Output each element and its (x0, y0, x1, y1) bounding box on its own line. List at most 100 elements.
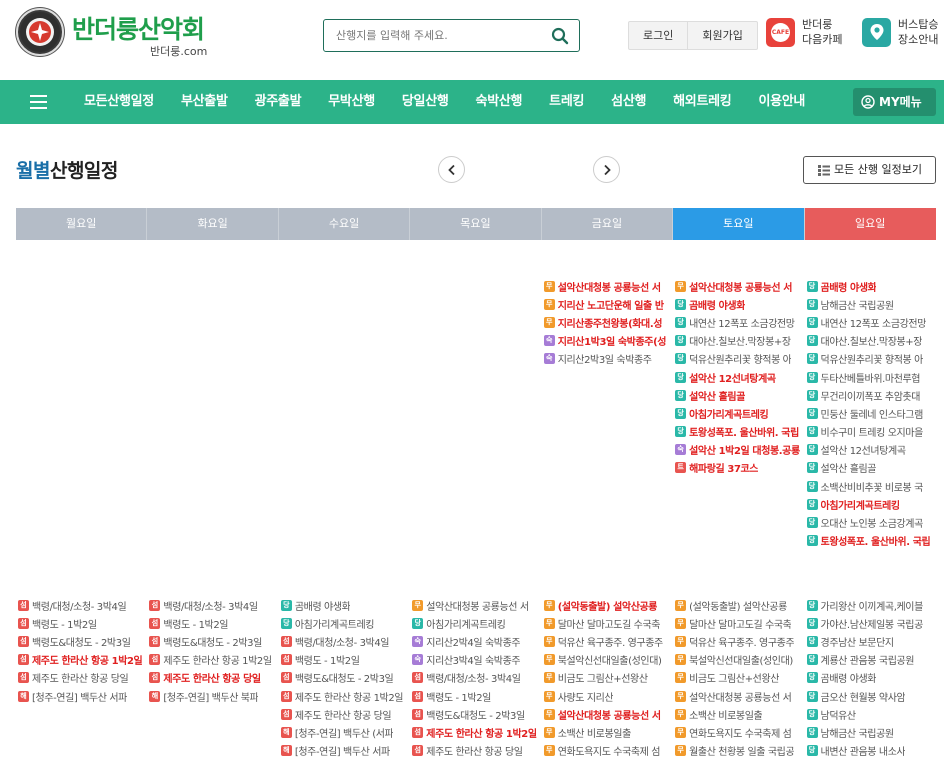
schedule-entry[interactable]: 무 사량도 지리산 (543, 687, 673, 705)
schedule-entry[interactable]: 당 소백산비비추꽃 비로봉 국 (806, 477, 936, 495)
schedule-entry[interactable]: 무 비금도 그림산+선왕산 (675, 669, 804, 687)
search-icon[interactable] (551, 27, 569, 45)
schedule-entry[interactable]: 무 월출산 천황봉 일출 국립공 (675, 742, 804, 760)
schedule-entry[interactable]: 무 달마산 달마고도길 수국축 (675, 614, 804, 632)
search-input[interactable] (324, 20, 544, 51)
prev-month-button[interactable] (438, 156, 465, 183)
schedule-entry[interactable]: 숙 지리산1박3일 숙박종주(성 (543, 332, 673, 350)
club-logo[interactable] (16, 8, 64, 56)
schedule-entry[interactable]: 섬 제주도 한라산 항공 1박2일 (149, 651, 278, 669)
nav-item-6[interactable]: 숙박산행 (476, 80, 523, 124)
nav-item-8[interactable]: 섬산행 (611, 80, 646, 124)
schedule-entry[interactable]: 무 달마산 달마고도길 수국축 (543, 614, 673, 632)
schedule-entry[interactable]: 해 [청주-연길] 백두산 서파 (280, 742, 410, 760)
schedule-entry[interactable]: 당 금오산 현월봉 약사암 (806, 687, 936, 705)
view-all-schedules-button[interactable]: 모든 산행 일정보기 (803, 156, 936, 184)
schedule-entry[interactable]: 섬 제주도 한라산 항공 당일 (18, 669, 147, 687)
schedule-entry[interactable]: 무 설악산대청봉 공룡능선 서 (675, 687, 804, 705)
schedule-entry[interactable]: 해 [청주-연길] 백두산 (서파 (280, 723, 410, 741)
schedule-entry[interactable]: 섬 백령도&대청도 - 2박3일 (280, 669, 410, 687)
schedule-entry[interactable]: 섬 백령/대청/소청- 3박4일 (18, 596, 147, 614)
schedule-entry[interactable]: 섬 제주도 한라산 항공 1박2일 (18, 651, 147, 669)
site-title[interactable]: 반더룽산악회 (72, 10, 205, 46)
schedule-entry[interactable]: 숙 지리산2박4일 숙박종주 (412, 632, 541, 650)
schedule-entry[interactable]: 당 아침가리계곡트레킹 (280, 614, 410, 632)
schedule-entry[interactable]: 당 덕유산원추리꽃 향적봉 아 (806, 350, 936, 368)
schedule-entry[interactable]: 무 연화도욕지도 수국축제 섬 (675, 723, 804, 741)
schedule-entry[interactable]: 당 남해금산 국립공원 (806, 295, 936, 313)
schedule-entry[interactable]: 무 (설악동출발) 설악산공룡 (675, 596, 804, 614)
schedule-entry[interactable]: 무 덕유산 육구종주. 영구종주 (675, 632, 804, 650)
schedule-entry[interactable]: 당 경주남산 보문단지 (806, 632, 936, 650)
bus-stop-link[interactable]: 버스탑승 장소안내 (862, 17, 938, 47)
hamburger-menu-icon[interactable] (30, 95, 47, 109)
schedule-entry[interactable]: 당 대야산.칠보산.막장봉+장 (675, 332, 804, 350)
schedule-entry[interactable]: 당 아침가리계곡트레킹 (412, 614, 541, 632)
schedule-entry[interactable]: 당 남덕유산 (806, 705, 936, 723)
nav-item-9[interactable]: 해외트레킹 (673, 80, 732, 124)
schedule-entry[interactable]: 섬 제주도 한라산 항공 1박2일 (280, 687, 410, 705)
schedule-entry[interactable]: 당 대야산.칠보산.막장봉+장 (806, 332, 936, 350)
schedule-entry[interactable]: 당 내변산 관음봉 내소사 (806, 742, 936, 760)
schedule-entry[interactable]: 무 설악산대청봉 공룡능선 서 (412, 596, 541, 614)
signup-button[interactable]: 회원가입 (687, 22, 756, 49)
schedule-entry[interactable]: 숙 지리산3박4일 숙박종주 (412, 651, 541, 669)
schedule-entry[interactable]: 당 두타산베틀바위.마천루협 (806, 368, 936, 386)
schedule-entry[interactable]: 당 민둥산 둘레네 인스타그램 (806, 404, 936, 422)
schedule-entry[interactable]: 섬 백령도 - 1박2일 (149, 614, 278, 632)
schedule-entry[interactable]: 섬 제주도 한라산 항공 당일 (412, 742, 541, 760)
nav-item-5[interactable]: 당일산행 (402, 80, 449, 124)
schedule-entry[interactable]: 당 덕유산원추리꽃 향적봉 아 (675, 350, 804, 368)
daum-cafe-link[interactable]: CAFE 반더룽 다음카페 (766, 17, 842, 47)
schedule-entry[interactable]: 숙 설악산 1박2일 대청봉.공룡 (675, 441, 804, 459)
schedule-entry[interactable]: 당 무건리이끼폭포 추암촛대 (806, 386, 936, 404)
schedule-entry[interactable]: 무 설악산대청봉 공룡능선 서 (543, 705, 673, 723)
schedule-entry[interactable]: 당 설악산 흘림골 (806, 459, 936, 477)
schedule-entry[interactable]: 무 덕유산 육구종주. 영구종주 (543, 632, 673, 650)
schedule-entry[interactable]: 당 설악산 흘림골 (675, 386, 804, 404)
nav-item-3[interactable]: 광주출발 (255, 80, 302, 124)
schedule-entry[interactable]: 당 아침가리계곡트레킹 (806, 495, 936, 513)
my-menu-button[interactable]: MY메뉴 (853, 88, 936, 116)
schedule-entry[interactable]: 섬 백령도 - 1박2일 (18, 614, 147, 632)
schedule-entry[interactable]: 섬 백령도 - 1박2일 (412, 687, 541, 705)
schedule-entry[interactable]: 섬 제주도 한라산 항공 1박2일 (412, 723, 541, 741)
login-button[interactable]: 로그인 (629, 22, 687, 49)
schedule-entry[interactable]: 당 아침가리계곡트레킹 (675, 404, 804, 422)
schedule-entry[interactable]: 당 곰배령 야생화 (675, 295, 804, 313)
schedule-entry[interactable]: 무 북설악신선대일출(성인대) (675, 651, 804, 669)
schedule-entry[interactable]: 무 지리산 노고단운해 일출 반 (543, 295, 673, 313)
schedule-entry[interactable]: 당 설악산 12선녀탕계곡 (675, 368, 804, 386)
schedule-entry[interactable]: 트 해파랑길 37코스 (675, 459, 804, 477)
schedule-entry[interactable]: 무 비금도 그림산+선왕산 (543, 669, 673, 687)
schedule-entry[interactable]: 당 토왕성폭포. 울산바위. 국립 (675, 423, 804, 441)
schedule-entry[interactable]: 당 내연산 12폭포 소금강전망 (675, 313, 804, 331)
schedule-entry[interactable]: 해 [청주-연길] 백두산 북파 (149, 687, 278, 705)
schedule-entry[interactable]: 무 설악산대청봉 공룡능선 서 (543, 277, 673, 295)
schedule-entry[interactable]: 당 가야산.남산제일봉 국립공 (806, 614, 936, 632)
schedule-entry[interactable]: 당 남해금산 국립공원 (806, 723, 936, 741)
schedule-entry[interactable]: 당 계룡산 관음봉 국립공원 (806, 651, 936, 669)
schedule-entry[interactable]: 당 설악산 12선녀탕계곡 (806, 441, 936, 459)
schedule-entry[interactable]: 섬 백령도&대청도 - 2박3일 (412, 705, 541, 723)
schedule-entry[interactable]: 무 북설악신선대일출(성인대) (543, 651, 673, 669)
schedule-entry[interactable]: 무 연화도욕지도 수국축제 섬 (543, 742, 673, 760)
next-month-button[interactable] (593, 156, 620, 183)
schedule-entry[interactable]: 섬 백령도 - 1박2일 (280, 651, 410, 669)
schedule-entry[interactable]: 당 곰배령 야생화 (806, 669, 936, 687)
schedule-entry[interactable]: 섬 제주도 한라산 항공 당일 (280, 705, 410, 723)
nav-item-1[interactable]: 모든산행일정 (84, 80, 154, 124)
schedule-entry[interactable]: 당 곰배령 야생화 (280, 596, 410, 614)
schedule-entry[interactable]: 숙 지리산2박3일 숙박종주 (543, 350, 673, 368)
schedule-entry[interactable]: 당 곰배령 야생화 (806, 277, 936, 295)
schedule-entry[interactable]: 무 설악산대청봉 공룡능선 서 (675, 277, 804, 295)
schedule-entry[interactable]: 당 오대산 노인봉 소금강계곡 (806, 513, 936, 531)
schedule-entry[interactable]: 섬 백령도&대청도 - 2박3일 (149, 632, 278, 650)
schedule-entry[interactable]: 섬 백령/대청/소청- 3박4일 (412, 669, 541, 687)
schedule-entry[interactable]: 당 내연산 12폭포 소금강전망 (806, 313, 936, 331)
nav-item-7[interactable]: 트레킹 (549, 80, 584, 124)
schedule-entry[interactable]: 섬 백령/대청/소청- 3박4일 (280, 632, 410, 650)
nav-item-4[interactable]: 무박산행 (328, 80, 375, 124)
schedule-entry[interactable]: 섬 제주도 한라산 항공 당일 (149, 669, 278, 687)
schedule-entry[interactable]: 섬 백령/대청/소청- 3박4일 (149, 596, 278, 614)
